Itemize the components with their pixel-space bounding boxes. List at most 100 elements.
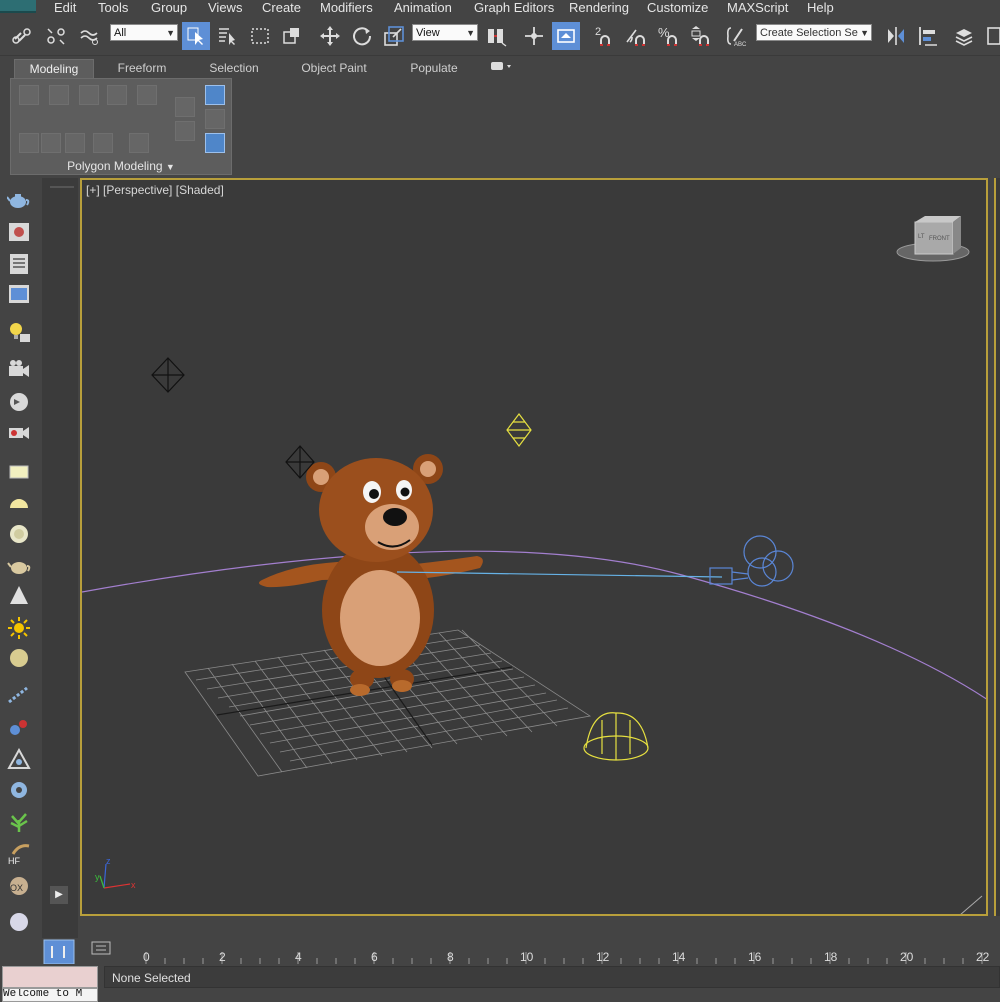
tab-modeling[interactable]: Modeling [14, 59, 94, 79]
menu-views[interactable]: Views [208, 0, 242, 17]
align-icon[interactable] [914, 22, 942, 50]
border-icon[interactable] [79, 85, 99, 105]
menu-modifiers[interactable]: Modifiers [320, 0, 373, 17]
foliage-icon[interactable] [7, 810, 31, 834]
select-object-button[interactable] [182, 22, 210, 50]
edit-named-selection-icon[interactable]: ABC [722, 22, 750, 50]
element-icon[interactable] [137, 85, 157, 105]
scale-icon[interactable] [380, 22, 408, 50]
named-selection-field[interactable]: Create Selection Se ▼ [756, 24, 872, 41]
select-by-name-icon[interactable] [214, 22, 242, 50]
render-setup-icon[interactable] [7, 252, 31, 276]
menu-graph-editors[interactable]: Graph Editors [474, 0, 554, 17]
menu-edit[interactable]: Edit [54, 0, 76, 17]
record-camera-icon[interactable] [7, 420, 31, 444]
sphere-icon[interactable] [7, 910, 31, 934]
particle-flow-icon[interactable] [7, 684, 31, 708]
reference-coordinate-value: View [416, 27, 440, 39]
open-mini-curve-editor-icon [91, 941, 111, 955]
layer-explorer-icon[interactable] [950, 22, 978, 50]
menu-group[interactable]: Group [151, 0, 187, 17]
selection-filter-dropdown[interactable]: All ▼ [110, 24, 178, 41]
teapot-primitive-icon[interactable] [7, 554, 31, 578]
previous-modifier-icon[interactable] [175, 97, 195, 117]
rendered-frame-window-icon[interactable] [7, 282, 31, 306]
app-logo-icon[interactable] [0, 0, 36, 13]
move-icon[interactable] [316, 22, 344, 50]
motion-path-spline [82, 550, 986, 700]
sunlight-icon[interactable] [7, 616, 31, 640]
angle-snap-icon[interactable] [622, 22, 650, 50]
shrink-icon[interactable] [65, 133, 85, 153]
grow-icon[interactable] [41, 133, 61, 153]
dynamics-icon[interactable] [7, 716, 31, 740]
viewport-shading-label[interactable]: [Shaded] [176, 183, 224, 197]
material-editor-icon[interactable] [7, 220, 31, 244]
camera-icon[interactable] [7, 358, 31, 382]
menu-create[interactable]: Create [262, 0, 301, 17]
tab-selection[interactable]: Selection [196, 59, 272, 78]
cloth-icon[interactable]: OX [7, 874, 31, 898]
ribbon-panel-label[interactable]: Polygon Modeling ▼ [10, 157, 232, 175]
spinner-snap-icon[interactable] [686, 22, 714, 50]
vertex-icon[interactable] [19, 85, 39, 105]
menu-maxscript[interactable]: MAXScript [727, 0, 788, 17]
snap-toggle-icon[interactable]: 2 [590, 22, 618, 50]
teapot-icon[interactable] [7, 188, 31, 212]
cone-primitive-icon[interactable] [7, 584, 31, 608]
selection-status-text: None Selected [112, 971, 191, 985]
rotate-icon[interactable] [348, 22, 376, 50]
menu-tools[interactable]: Tools [98, 0, 128, 17]
constraint-icon[interactable] [7, 748, 31, 772]
menu-help[interactable]: Help [807, 0, 834, 17]
viewport-menu-label[interactable]: [+] [86, 183, 100, 197]
show-end-result-icon[interactable] [205, 85, 225, 105]
tab-freeform[interactable]: Freeform [104, 59, 180, 78]
unlink-icon[interactable] [42, 22, 70, 50]
polygon-icon[interactable] [107, 85, 127, 105]
toggle-scene-explorer-icon[interactable] [986, 22, 1000, 50]
next-modifier-icon[interactable] [175, 121, 195, 141]
hemisphere-primitive-icon[interactable] [7, 492, 31, 516]
expand-arrow-icon[interactable]: ▶ [50, 886, 68, 904]
menu-animation[interactable]: Animation [394, 0, 452, 17]
hair-and-fur-icon[interactable]: HF [7, 842, 31, 866]
gear-icon[interactable] [7, 778, 31, 802]
use-soft-selection-icon[interactable] [205, 133, 225, 153]
timeline-tick-label: 14 [672, 950, 686, 964]
rectangular-selection-icon[interactable] [246, 22, 274, 50]
window-crossing-icon[interactable] [278, 22, 306, 50]
maxscript-listener-input[interactable] [2, 966, 98, 988]
ribbon-options-button[interactable] [486, 59, 516, 78]
sphere-primitive-icon[interactable] [7, 522, 31, 546]
pivot-center-icon[interactable] [482, 22, 510, 50]
ring-icon[interactable] [93, 133, 113, 153]
viewport-point-of-view-label[interactable]: [Perspective] [103, 183, 172, 197]
menu-rendering[interactable]: Rendering [569, 0, 629, 17]
camera-sequencer-icon[interactable] [7, 390, 31, 414]
reference-coordinate-dropdown[interactable]: View ▼ [412, 24, 478, 41]
polygon-modeling-label: Polygon Modeling [67, 159, 163, 173]
viewport-label[interactable]: [+] [Perspective] [Shaded] [86, 183, 224, 197]
timeline-tick-label: 0 [143, 950, 150, 964]
mirror-icon[interactable] [882, 22, 910, 50]
keyboard-shortcut-override-icon[interactable] [552, 22, 580, 50]
geosphere-icon[interactable] [7, 646, 31, 670]
percent-snap-icon[interactable]: % [654, 22, 682, 50]
manipulate-icon[interactable] [520, 22, 548, 50]
link-icon[interactable] [8, 22, 36, 50]
bind-space-warp-icon[interactable] [76, 22, 104, 50]
tab-populate[interactable]: Populate [398, 59, 470, 78]
light-lister-icon[interactable] [7, 320, 31, 344]
viewcube: LT FRONT [896, 216, 970, 262]
plane-primitive-icon[interactable] [7, 460, 31, 484]
collapse-stack-icon[interactable] [205, 109, 225, 129]
tab-object-paint[interactable]: Object Paint [290, 59, 378, 78]
edge-icon[interactable] [49, 85, 69, 105]
perspective-viewport[interactable]: LT FRONT x y z [80, 178, 988, 916]
svg-text:x: x [131, 880, 136, 890]
menu-customize[interactable]: Customize [647, 0, 708, 17]
loop-icon[interactable] [129, 133, 149, 153]
modify-mode-icon[interactable] [19, 133, 39, 153]
light-gizmo-left [151, 357, 185, 393]
